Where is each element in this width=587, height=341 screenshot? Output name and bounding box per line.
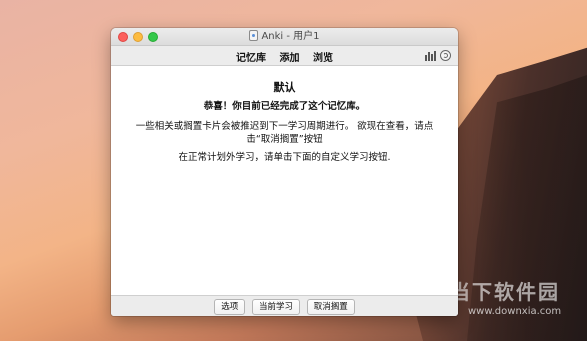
buried-cards-note: 一些相关或搁置卡片会被推迟到下一学习周期进行。 欲现在查看，请点击“取消搁置”按…	[135, 121, 434, 145]
custom-study-note: 在正常计划外学习，请单击下面的自定义学习按钮.	[178, 152, 391, 163]
watermark-url: www.downxia.com	[468, 306, 562, 317]
window-title: Anki - 用户1	[261, 31, 320, 42]
anki-window: Anki - 用户1 记忆库 添加 浏览 默认 恭喜！你目前已经完成了这个记忆库…	[111, 28, 458, 316]
anki-app-icon	[249, 30, 259, 41]
watermark-name: 当下软件园	[450, 280, 560, 304]
sync-icon[interactable]	[440, 50, 451, 61]
deck-title: 默认	[273, 81, 296, 94]
bottom-buttons: 选项 当前学习 取消搁置	[111, 299, 458, 315]
custom-study-button[interactable]: 当前学习	[251, 299, 300, 315]
main-toolbar: 记忆库 添加 浏览	[111, 46, 458, 66]
title-bar[interactable]: Anki - 用户1	[111, 28, 458, 46]
options-button[interactable]: 选项	[214, 299, 246, 315]
window-title-wrap: Anki - 用户1	[111, 30, 458, 44]
toolbar-decks-link[interactable]: 记忆库	[236, 49, 266, 64]
bottom-bar: 选项 当前学习 取消搁置	[111, 295, 458, 316]
unbury-button[interactable]: 取消搁置	[306, 299, 355, 315]
toolbar-links: 记忆库 添加 浏览	[111, 49, 458, 64]
congrats-message: 恭喜！你目前已经完成了这个记忆库。	[203, 101, 366, 112]
deck-overview: 默认 恭喜！你目前已经完成了这个记忆库。 一些相关或搁置卡片会被推迟到下一学习周…	[111, 66, 458, 295]
toolbar-add-link[interactable]: 添加	[280, 49, 300, 64]
bar-chart-icon[interactable]	[425, 51, 436, 61]
toolbar-browse-link[interactable]: 浏览	[313, 49, 333, 64]
